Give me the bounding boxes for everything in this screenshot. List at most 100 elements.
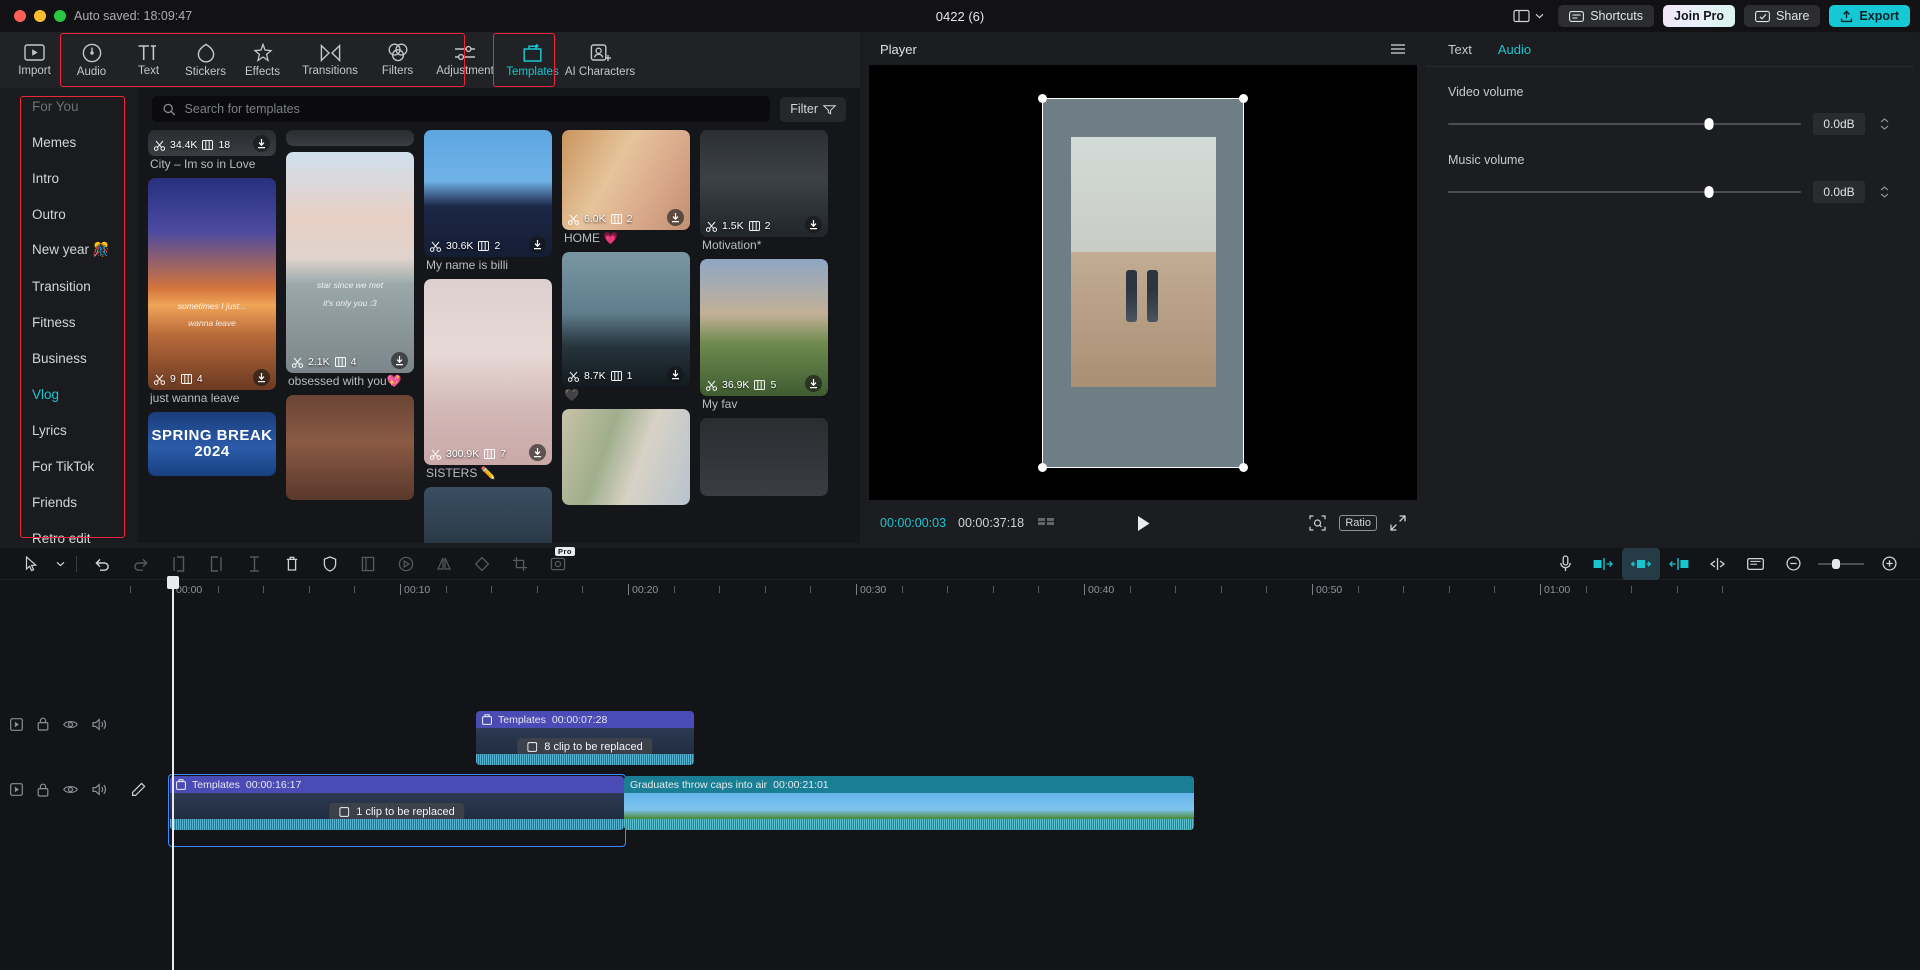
tool-tab-filters[interactable]: Filters xyxy=(369,34,426,86)
template-card[interactable] xyxy=(286,130,414,146)
tool-tab-audio[interactable]: Audio xyxy=(63,34,120,86)
resize-handle-bl[interactable] xyxy=(1038,463,1047,472)
track-2-lock-icon[interactable] xyxy=(37,783,49,797)
template-thumbnail[interactable]: 30.6K2 xyxy=(424,130,552,257)
track-2-edit-icon[interactable] xyxy=(131,782,146,797)
video-volume-slider[interactable] xyxy=(1448,123,1801,125)
share-button[interactable]: Share xyxy=(1744,5,1820,27)
track-1-mute-icon[interactable] xyxy=(92,718,107,731)
template-card[interactable] xyxy=(424,487,552,543)
download-icon[interactable] xyxy=(391,352,408,369)
resize-handle-tl[interactable] xyxy=(1038,94,1047,103)
auto-reframe-icon[interactable]: Pro xyxy=(539,548,577,580)
zoom-fit-icon[interactable] xyxy=(1309,515,1326,531)
category-item-friends[interactable]: Friends xyxy=(0,484,138,520)
template-card[interactable] xyxy=(286,395,414,500)
filter-button[interactable]: Filter xyxy=(780,97,846,122)
mic-record-icon[interactable] xyxy=(1546,548,1584,580)
magnet-snap-icon[interactable] xyxy=(1698,548,1736,580)
properties-tab-text[interactable]: Text xyxy=(1448,42,1472,57)
category-item-fitness[interactable]: Fitness xyxy=(0,304,138,340)
template-thumbnail[interactable]: 34.4K18 xyxy=(148,130,276,156)
fullscreen-icon[interactable] xyxy=(1390,515,1406,531)
search-box[interactable] xyxy=(152,96,770,122)
snap-left-icon[interactable] xyxy=(1584,548,1622,580)
template-thumbnail[interactable]: star since we metit's only you :32.1K4 xyxy=(286,152,414,373)
download-icon[interactable] xyxy=(253,369,270,386)
video-volume-knob[interactable] xyxy=(1705,118,1714,130)
track-2-visibility-icon[interactable] xyxy=(63,784,78,795)
template-thumbnail[interactable]: 6.0K2 xyxy=(562,130,690,230)
zoom-in-icon[interactable] xyxy=(1870,548,1908,580)
template-grid[interactable]: 34.4K18City – Im so in Love sometimes I j… xyxy=(138,130,860,543)
template-thumbnail[interactable]: sometimes I just...wanna leave94 xyxy=(148,178,276,390)
track-1-visibility-icon[interactable] xyxy=(63,719,78,730)
template-card[interactable]: SPRING BREAK 2024 xyxy=(148,412,276,476)
video-canvas[interactable] xyxy=(1043,99,1243,467)
mirror-icon[interactable] xyxy=(425,548,463,580)
download-icon[interactable] xyxy=(805,375,822,392)
tool-tab-import[interactable]: Import xyxy=(6,34,63,86)
track-2-mute-icon[interactable] xyxy=(92,783,107,796)
template-card[interactable]: 36.9K5My fav xyxy=(700,259,828,412)
download-icon[interactable] xyxy=(253,135,270,152)
properties-tab-audio[interactable]: Audio xyxy=(1498,42,1531,57)
tool-tab-ai-characters[interactable]: AI Characters xyxy=(561,34,639,86)
category-item-for-tiktok[interactable]: For TikTok xyxy=(0,448,138,484)
timeline-track-row-1[interactable] xyxy=(0,703,1920,759)
split-right-icon[interactable] xyxy=(197,548,235,580)
template-card[interactable] xyxy=(562,409,690,505)
track-1-lock-icon[interactable] xyxy=(37,717,49,731)
template-thumbnail[interactable]: 1.5K2 xyxy=(700,130,828,237)
speed-icon[interactable] xyxy=(387,548,425,580)
template-thumbnail[interactable] xyxy=(286,395,414,500)
template-thumbnail[interactable] xyxy=(424,487,552,543)
template-card[interactable]: sometimes I just...wanna leave94just wan… xyxy=(148,178,276,406)
timeline-clip[interactable]: Templates00:00:16:171 clip to be replace… xyxy=(170,776,624,830)
template-thumbnail[interactable]: 8.7K1 xyxy=(562,252,690,387)
snap-right-icon[interactable] xyxy=(1660,548,1698,580)
playhead-handle[interactable] xyxy=(167,576,179,589)
template-card[interactable]: 1.5K2Motivation* xyxy=(700,130,828,253)
snap-center-icon[interactable] xyxy=(1622,548,1660,580)
category-item-memes[interactable]: Memes xyxy=(0,124,138,160)
download-icon[interactable] xyxy=(805,216,822,233)
tool-tab-effects[interactable]: Effects xyxy=(234,34,291,86)
download-icon[interactable] xyxy=(667,209,684,226)
ratio-button[interactable]: Ratio xyxy=(1339,515,1377,531)
template-thumbnail[interactable] xyxy=(286,130,414,146)
resize-handle-tr[interactable] xyxy=(1239,94,1248,103)
category-item-retro-edit[interactable]: Retro edit xyxy=(0,520,138,543)
select-tool-dropdown-icon[interactable] xyxy=(50,548,70,580)
minimize-window-icon[interactable] xyxy=(34,10,46,22)
music-volume-knob[interactable] xyxy=(1705,186,1714,198)
tool-tab-transitions[interactable]: Transitions xyxy=(291,34,369,86)
player-menu-icon[interactable] xyxy=(1390,43,1406,55)
video-volume-stepper[interactable] xyxy=(1877,113,1892,135)
music-volume-slider[interactable] xyxy=(1448,191,1801,193)
tool-tab-text[interactable]: Text xyxy=(120,34,177,86)
category-item-new-year[interactable]: New year 🎊 xyxy=(0,232,138,268)
template-category-rail[interactable]: For YouMemesIntroOutroNew year 🎊Transiti… xyxy=(0,88,138,543)
zoom-out-icon[interactable] xyxy=(1774,548,1812,580)
maximize-window-icon[interactable] xyxy=(54,10,66,22)
split-left-icon[interactable] xyxy=(159,548,197,580)
track-1-type-icon[interactable] xyxy=(10,718,23,731)
tool-tab-stickers[interactable]: Stickers xyxy=(177,34,234,86)
category-item-vlog[interactable]: Vlog xyxy=(0,376,138,412)
clip-replace-badge[interactable]: 1 clip to be replaced xyxy=(329,803,464,821)
select-tool-icon[interactable] xyxy=(12,548,50,580)
search-input[interactable] xyxy=(185,102,760,116)
render-preview-icon[interactable] xyxy=(1736,548,1774,580)
timeline-clip[interactable]: Templates00:00:07:288 clip to be replace… xyxy=(476,711,694,765)
template-thumbnail[interactable]: SPRING BREAK 2024 xyxy=(148,412,276,476)
music-volume-stepper[interactable] xyxy=(1877,181,1892,203)
template-card[interactable]: 6.0K2HOME 💗 xyxy=(562,130,690,246)
template-card[interactable]: 34.4K18City – Im so in Love xyxy=(148,130,276,172)
mask-shield-icon[interactable] xyxy=(311,548,349,580)
playhead[interactable] xyxy=(172,580,174,970)
track-1-controls[interactable] xyxy=(10,717,107,731)
tool-tab-templates[interactable]: Templates xyxy=(504,34,561,86)
properties-tabs[interactable]: Text Audio xyxy=(1426,33,1914,67)
timeline-ruler[interactable]: 00:0000:1000:2000:3000:4000:5001:00 xyxy=(0,580,1920,606)
